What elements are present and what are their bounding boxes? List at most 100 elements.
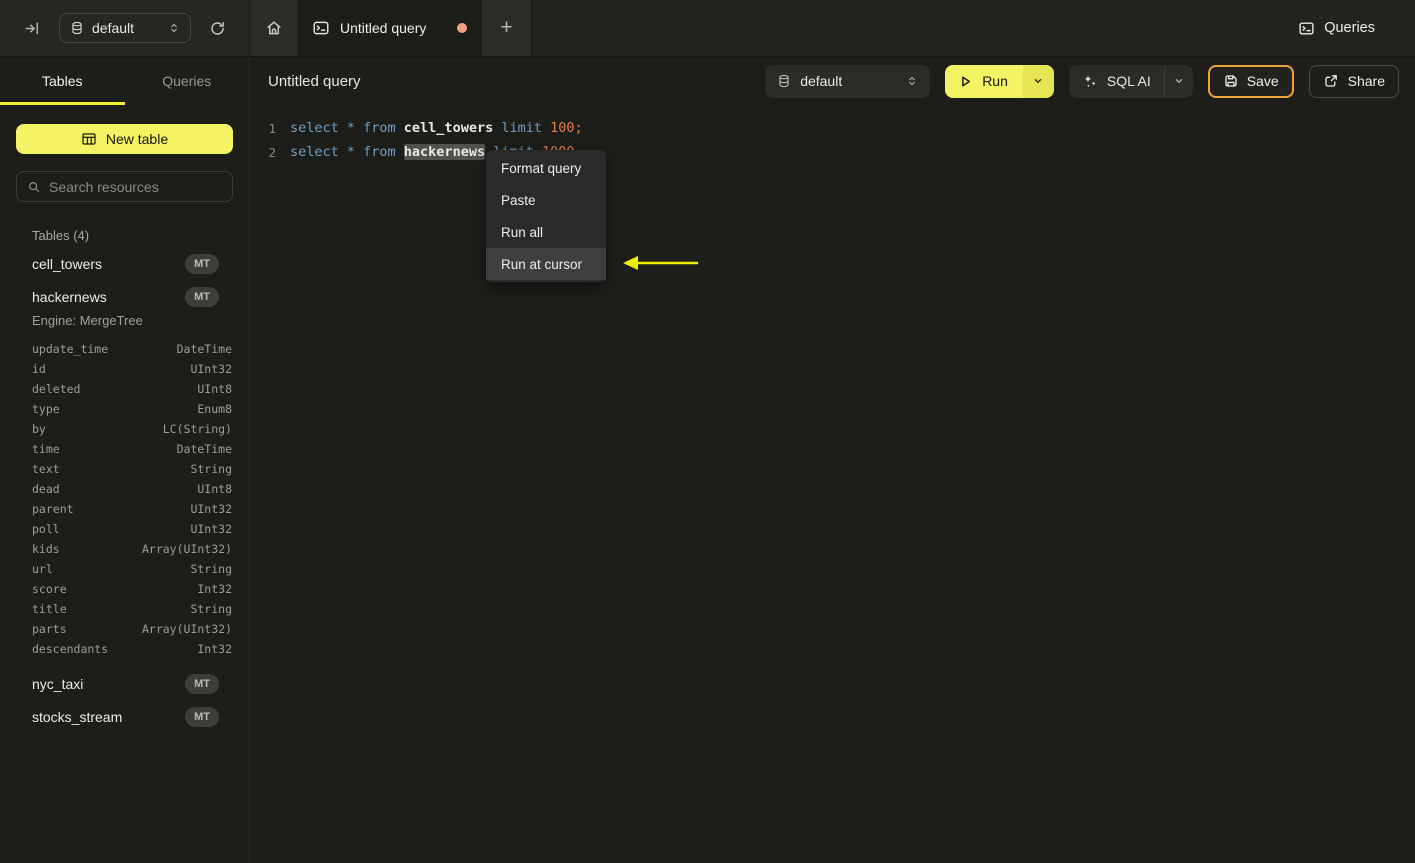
column-type: String: [190, 462, 232, 476]
column-type: String: [190, 602, 232, 616]
column-type: UInt32: [190, 522, 232, 536]
new-tab-button[interactable]: +: [482, 0, 531, 56]
menu-item-format-query[interactable]: Format query: [486, 152, 606, 184]
query-header: Untitled query default Run SQL AI Save S…: [250, 57, 1415, 105]
table-row-nyc-taxi[interactable]: nyc_taxi MT: [0, 667, 249, 700]
new-table-button-label: New table: [105, 131, 169, 147]
sql-ai-button-group: SQL AI: [1068, 64, 1193, 98]
run-options-button[interactable]: [1022, 64, 1054, 98]
column-row[interactable]: update_time DateTime: [32, 339, 232, 359]
table-icon: [81, 131, 97, 147]
line-number: 1: [268, 120, 276, 136]
share-button[interactable]: Share: [1308, 64, 1399, 98]
column-name: score: [32, 582, 67, 596]
sidebar-tab-queries[interactable]: Queries: [125, 57, 250, 105]
table-row-hackernews[interactable]: hackernews MT: [0, 280, 249, 313]
column-type: LC(String): [162, 422, 232, 436]
column-row[interactable]: score Int32: [32, 579, 232, 599]
column-type: DateTime: [176, 342, 232, 356]
terminal-icon: [1298, 20, 1315, 37]
sql-editor[interactable]: 1 select * from cell_towers limit 100; 2…: [250, 105, 1415, 863]
menu-item-paste[interactable]: Paste: [486, 184, 606, 216]
column-row[interactable]: deleted UInt8: [32, 379, 232, 399]
table-name: hackernews: [32, 288, 107, 305]
tables-list: cell_towers MT hackernews MT Engine: Mer…: [0, 247, 249, 733]
table-row-stocks-stream[interactable]: stocks_stream MT: [0, 700, 249, 733]
menu-item-run-all[interactable]: Run all: [486, 216, 606, 248]
new-table-button[interactable]: New table: [16, 124, 233, 154]
editor-line-1[interactable]: 1 select * from cell_towers limit 100;: [250, 116, 1415, 140]
column-name: text: [32, 462, 60, 476]
column-name: update_time: [32, 342, 109, 356]
refresh-icon[interactable]: [209, 20, 226, 37]
column-type: DateTime: [176, 442, 232, 456]
share-button-label: Share: [1347, 73, 1385, 89]
column-row[interactable]: kids Array(UInt32): [32, 539, 232, 559]
home-button[interactable]: [250, 0, 297, 56]
column-row[interactable]: poll UInt32: [32, 519, 232, 539]
menu-item-run-at-cursor[interactable]: Run at cursor: [486, 248, 606, 280]
database-icon: [777, 74, 791, 88]
collapse-sidebar-icon[interactable]: [24, 20, 41, 37]
column-row[interactable]: time DateTime: [32, 439, 232, 459]
run-button[interactable]: Run: [945, 64, 1023, 98]
toolbar-database-selector[interactable]: default: [765, 64, 931, 98]
table-name: nyc_taxi: [32, 675, 84, 692]
columns-list: update_time DateTime id UInt32 deleted UInt…: [0, 339, 249, 659]
engine-badge: MT: [185, 253, 219, 274]
column-row[interactable]: url String: [32, 559, 232, 579]
table-name: stocks_stream: [32, 708, 123, 725]
table-name: cell_towers: [32, 255, 103, 272]
chevrons-updown-icon: [168, 22, 180, 34]
content: New table Tables (4) cell_towers MT hack…: [0, 105, 1415, 863]
column-row[interactable]: by LC(String): [32, 419, 232, 439]
tab-strip: Untitled query +: [250, 0, 531, 56]
chevron-down-icon: [1032, 75, 1044, 87]
column-row[interactable]: parts Array(UInt32): [32, 619, 232, 639]
queries-button-label: Queries: [1324, 20, 1375, 36]
sql-number: 100;: [550, 120, 583, 136]
save-icon: [1223, 73, 1239, 89]
column-name: descendants: [32, 642, 109, 656]
column-row[interactable]: type Enum8: [32, 399, 232, 419]
chevron-down-icon: [1173, 75, 1185, 87]
column-type: UInt8: [197, 482, 232, 496]
database-selector[interactable]: default: [59, 13, 191, 43]
editor-line-2[interactable]: 2 select * from hackernews limit 1000: [250, 140, 1415, 164]
annotation-arrow-icon: [623, 256, 698, 270]
code-line: select * from cell_towers limit 100;: [290, 120, 583, 136]
tab-untitled-query[interactable]: Untitled query: [297, 0, 482, 56]
column-row[interactable]: dead UInt8: [32, 479, 232, 499]
queries-button[interactable]: Queries: [1298, 20, 1375, 37]
sidebar-tab-tables[interactable]: Tables: [0, 57, 125, 105]
column-row[interactable]: title String: [32, 599, 232, 619]
sql-table-name: cell_towers: [403, 120, 494, 136]
tables-section-header: Tables (4): [32, 228, 90, 243]
save-button[interactable]: Save: [1207, 64, 1294, 98]
sql-ai-button[interactable]: SQL AI: [1069, 65, 1164, 98]
column-name: poll: [32, 522, 60, 536]
sidebar: New table Tables (4) cell_towers MT hack…: [0, 105, 250, 863]
header-row: Tables Queries Untitled query default Ru…: [0, 57, 1415, 105]
column-row[interactable]: text String: [32, 459, 232, 479]
column-name: id: [32, 362, 46, 376]
toolbar: default Run SQL AI Save Share: [765, 64, 1399, 98]
column-row[interactable]: parent UInt32: [32, 499, 232, 519]
sql-ai-button-label: SQL AI: [1106, 73, 1151, 89]
column-row[interactable]: id UInt32: [32, 359, 232, 379]
column-row[interactable]: descendants Int32: [32, 639, 232, 659]
sparkles-icon: [1082, 73, 1098, 89]
sql-ai-options-button[interactable]: [1163, 64, 1193, 98]
column-name: url: [32, 562, 53, 576]
save-button-label: Save: [1246, 73, 1279, 89]
table-row-cell-towers[interactable]: cell_towers MT: [0, 247, 249, 280]
sql-keyword: select * from: [290, 120, 404, 136]
column-name: parent: [32, 502, 74, 516]
column-name: type: [32, 402, 60, 416]
column-name: title: [32, 602, 67, 616]
sql-keyword: select * from: [290, 144, 404, 160]
database-icon: [70, 21, 84, 35]
column-name: by: [32, 422, 46, 436]
column-type: UInt32: [190, 362, 232, 376]
search-input[interactable]: [49, 178, 222, 195]
